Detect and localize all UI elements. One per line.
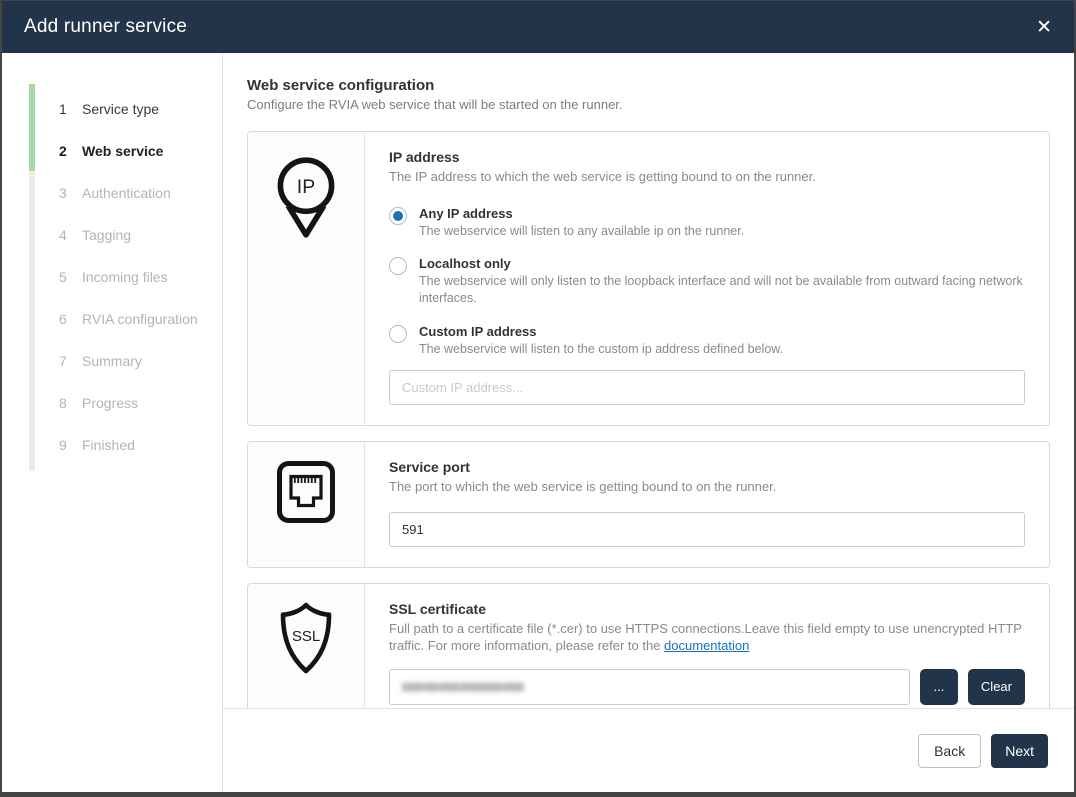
- wizard-step-authentication[interactable]: 3 Authentication: [59, 172, 198, 214]
- wizard-step-list: 1 Service type 2 Web service 3 Authentic…: [59, 88, 198, 466]
- radio-option-any-ip[interactable]: Any IP address The webservice will liste…: [389, 206, 1025, 240]
- ethernet-port-icon: [276, 460, 336, 524]
- wizard-step-tagging[interactable]: 4 Tagging: [59, 214, 198, 256]
- wizard-step-summary[interactable]: 7 Summary: [59, 340, 198, 382]
- ssl-shield-icon: SSL: [274, 600, 338, 678]
- wizard-step-service-type[interactable]: 1 Service type: [59, 88, 198, 130]
- clear-button[interactable]: Clear: [968, 669, 1025, 705]
- dialog-title: Add runner service: [24, 16, 187, 38]
- dialog-footer: Back Next: [223, 708, 1074, 792]
- page-subtitle: Configure the RVIA web service that will…: [247, 97, 1050, 112]
- close-icon[interactable]: ✕: [1036, 18, 1052, 37]
- radio-button[interactable]: [389, 325, 407, 343]
- service-port-title: Service port: [389, 459, 1025, 475]
- radio-button-selected[interactable]: [389, 207, 407, 225]
- ip-option-group: Any IP address The webservice will liste…: [389, 206, 1025, 359]
- dialog-titlebar: Add runner service ✕: [2, 1, 1074, 53]
- service-port-card: Service port The port to which the web s…: [247, 441, 1050, 568]
- radio-option-localhost-only[interactable]: Localhost only The webservice will only …: [389, 256, 1025, 307]
- ip-address-title: IP address: [389, 149, 1025, 165]
- wizard-progress-track: [29, 84, 35, 471]
- ip-address-card: IP IP address The IP address to which th…: [247, 131, 1050, 426]
- radio-button[interactable]: [389, 257, 407, 275]
- ssl-certificate-card: SSL SSL certificate Full path to a certi…: [247, 583, 1050, 708]
- svg-text:SSL: SSL: [292, 628, 320, 645]
- wizard-step-web-service[interactable]: 2 Web service: [59, 130, 198, 172]
- web-service-configuration-panel: Web service configuration Configure the …: [223, 53, 1074, 708]
- ip-location-pin-icon: IP: [272, 154, 340, 242]
- documentation-link[interactable]: documentation: [664, 638, 749, 653]
- service-port-description: The port to which the web service is get…: [389, 478, 1025, 496]
- add-runner-service-dialog: Add runner service ✕ 1 Service type 2 We…: [0, 0, 1076, 797]
- wizard-progress-remaining-bar: [29, 171, 35, 471]
- obscured-path-value: ▆▆▆ ▆▆ ▆▆▆ ▆▆▆▆▆▆ ▆▆▆: [402, 681, 523, 692]
- radio-option-custom-ip[interactable]: Custom IP address The webservice will li…: [389, 324, 1025, 358]
- custom-ip-address-input[interactable]: [389, 370, 1025, 405]
- back-button[interactable]: Back: [918, 734, 981, 768]
- ip-address-description: The IP address to which the web service …: [389, 168, 1025, 186]
- ssl-certificate-description: Full path to a certificate file (*.cer) …: [389, 620, 1025, 655]
- wizard-step-finished[interactable]: 9 Finished: [59, 424, 198, 466]
- wizard-step-progress[interactable]: 8 Progress: [59, 382, 198, 424]
- ssl-certificate-title: SSL certificate: [389, 601, 1025, 617]
- next-button[interactable]: Next: [991, 734, 1048, 768]
- wizard-progress-completed-bar: [29, 84, 35, 171]
- page-title: Web service configuration: [247, 77, 1050, 94]
- service-port-input[interactable]: [389, 512, 1025, 547]
- svg-text:IP: IP: [297, 176, 315, 198]
- wizard-step-rvia-configuration[interactable]: 6 RVIA configuration: [59, 298, 198, 340]
- ssl-certificate-path-input[interactable]: ▆▆▆ ▆▆ ▆▆▆ ▆▆▆▆▆▆ ▆▆▆: [389, 669, 910, 705]
- wizard-step-incoming-files[interactable]: 5 Incoming files: [59, 256, 198, 298]
- wizard-step-nav: 1 Service type 2 Web service 3 Authentic…: [2, 53, 223, 792]
- browse-file-button[interactable]: ...: [920, 669, 958, 705]
